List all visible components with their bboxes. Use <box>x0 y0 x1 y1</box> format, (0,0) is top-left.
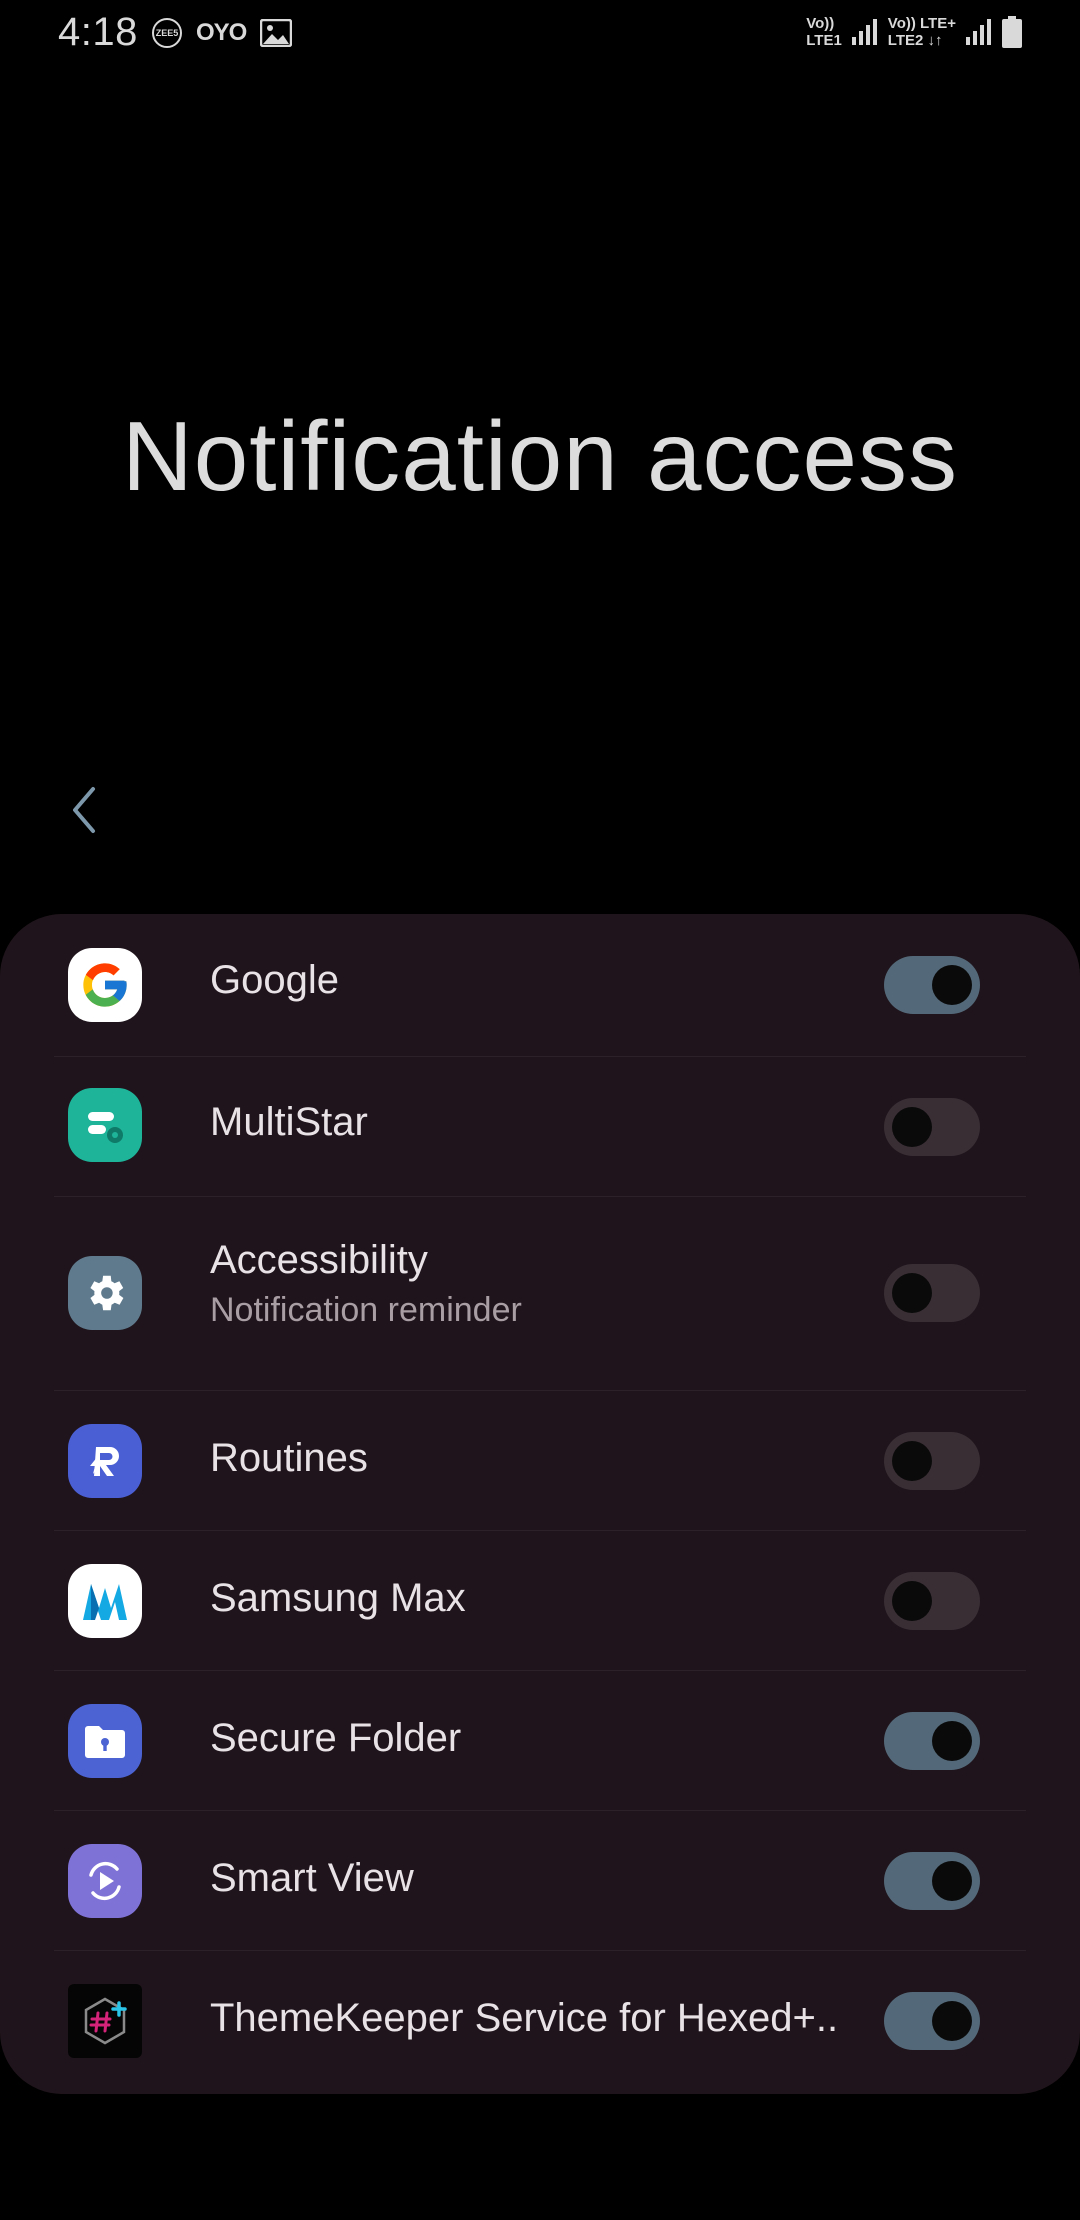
smart-view-icon <box>68 1844 142 1918</box>
page-title: Notification access <box>121 401 959 511</box>
notification-toggle-samsung-max[interactable] <box>884 1572 980 1630</box>
app-name: Smart View <box>210 1856 414 1900</box>
back-button[interactable] <box>54 770 114 850</box>
notification-toggle-secure-folder[interactable] <box>884 1712 980 1770</box>
app-name: ThemeKeeper Service for Hexed+.. <box>210 1996 839 2040</box>
app-name: Secure Folder <box>210 1716 462 1760</box>
list-item-themekeeper[interactable]: ThemeKeeper Service for Hexed+.. <box>0 1950 1080 2094</box>
routines-icon <box>68 1424 142 1498</box>
status-notification-icons: ZEE5 OYO <box>152 16 293 50</box>
notification-toggle-smart-view[interactable] <box>884 1852 980 1910</box>
secure-folder-icon <box>68 1704 142 1778</box>
list-item-smart-view[interactable]: Smart View <box>0 1810 1080 1950</box>
google-icon <box>68 948 142 1022</box>
status-system-icons: Vo)) LTE1 Vo)) LTE+ LTE2 ↓↑ <box>806 12 1022 52</box>
status-bar: 4:18 ZEE5 OYO Vo)) LTE1 Vo)) LTE+ LTE2 ↓… <box>0 0 1080 64</box>
list-item-samsung-max[interactable]: Samsung Max <box>0 1530 1080 1670</box>
notification-toggle-routines[interactable] <box>884 1432 980 1490</box>
notification-toggle-accessibility[interactable] <box>884 1264 980 1322</box>
app-name: Google <box>210 958 339 1002</box>
list-item-multistar[interactable]: MultiStar <box>0 1056 1080 1196</box>
sim2-network-label: Vo)) LTE+ LTE2 ↓↑ <box>887 15 956 49</box>
notification-toggle-themekeeper[interactable] <box>884 1992 980 2050</box>
app-name: Routines <box>210 1436 368 1480</box>
app-name: MultiStar <box>210 1100 368 1144</box>
list-item-accessibility[interactable]: Accessibility Notification reminder <box>0 1196 1080 1390</box>
status-time: 4:18 <box>58 10 138 54</box>
app-subtitle: Notification reminder <box>210 1291 522 1329</box>
gallery-icon <box>260 19 293 47</box>
battery-icon <box>1002 16 1022 48</box>
list-item-secure-folder[interactable]: Secure Folder <box>0 1670 1080 1810</box>
zee5-icon: ZEE5 <box>152 18 182 48</box>
list-item-google[interactable]: Google <box>0 914 1080 1056</box>
chevron-left-icon <box>73 787 95 833</box>
notification-toggle-multistar[interactable] <box>884 1098 980 1156</box>
signal-strength-icon <box>851 19 877 45</box>
oyo-icon: OYO <box>196 19 247 46</box>
app-name: Accessibility <box>210 1238 428 1282</box>
sim1-network-label: Vo)) LTE1 <box>806 15 842 49</box>
multistar-icon <box>68 1088 142 1162</box>
app-name: Samsung Max <box>210 1576 466 1620</box>
samsung-max-icon <box>68 1564 142 1638</box>
app-list-card: Google MultiStar Accessibility Notificat… <box>0 914 1080 2094</box>
signal-strength-icon <box>966 19 991 45</box>
themekeeper-icon <box>68 1984 142 2058</box>
settings-gear-icon <box>68 1256 142 1330</box>
notification-toggle-google[interactable] <box>884 956 980 1014</box>
list-item-routines[interactable]: Routines <box>0 1390 1080 1530</box>
